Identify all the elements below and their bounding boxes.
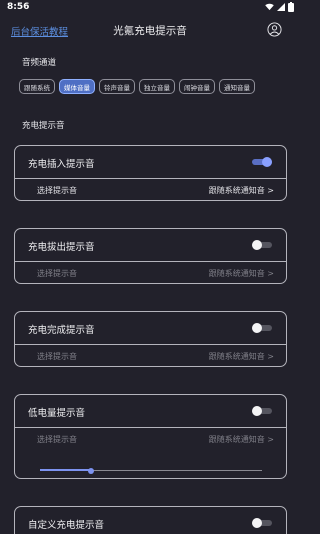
audio-channel-label: 音频通道 [22, 58, 57, 68]
wifi-icon [265, 3, 274, 11]
card-header: 充电插入提示音 [15, 146, 286, 178]
card-header: 自定义充电提示音 [15, 507, 286, 534]
card-title: 低电量提示音 [28, 408, 86, 419]
select-sound-value[interactable]: 跟随系统通知音 > [209, 268, 274, 279]
status-bar: 8:56 [0, 0, 300, 14]
select-sound-label: 选择提示音 [37, 435, 77, 444]
chip-notification-volume[interactable]: 通知音量 [219, 79, 255, 94]
unplug-sound-toggle[interactable] [252, 240, 272, 250]
select-sound-row[interactable]: 选择提示音 跟随系统通知音 > [15, 345, 286, 367]
app-header: 后台保活教程 光氪充电提示音 [0, 18, 300, 42]
card-title: 充电插入提示音 [28, 159, 95, 170]
custom-sound-toggle[interactable] [252, 518, 272, 528]
chip-media-volume[interactable]: 媒体音量 [59, 79, 95, 94]
select-sound-row[interactable]: 选择提示音 跟随系统通知音 > [15, 179, 286, 201]
low-battery-level-slider[interactable] [40, 467, 262, 475]
select-sound-label: 选择提示音 [37, 186, 77, 195]
chip-follow-system[interactable]: 跟随系统 [19, 79, 55, 94]
signal-icon [277, 3, 285, 11]
card-header: 低电量提示音 [15, 395, 286, 427]
card-low-battery: 低电量提示音 选择提示音 跟随系统通知音 > [14, 394, 287, 479]
select-sound-label: 选择提示音 [37, 269, 77, 278]
select-sound-row[interactable]: 选择提示音 跟随系统通知音 > [15, 428, 286, 450]
card-title: 充电拔出提示音 [28, 242, 95, 253]
select-sound-label: 选择提示音 [37, 352, 77, 361]
status-icons [265, 2, 294, 12]
select-sound-value[interactable]: 跟随系统通知音 > [209, 185, 274, 196]
charging-sound-section-label: 充电提示音 [22, 121, 65, 131]
card-charging-plug-in: 充电插入提示音 选择提示音 跟随系统通知音 > [14, 145, 287, 201]
card-charging-complete: 充电完成提示音 选择提示音 跟随系统通知音 > [14, 311, 287, 367]
card-custom-charging: 自定义充电提示音 [14, 506, 287, 534]
select-sound-value[interactable]: 跟随系统通知音 > [209, 351, 274, 362]
chip-independent-volume[interactable]: 独立音量 [139, 79, 175, 94]
audio-channel-options: 跟随系统 媒体音量 铃声音量 独立音量 闹钟音量 通知音量 [19, 79, 255, 94]
battery-icon [288, 2, 294, 12]
card-charging-unplug: 充电拔出提示音 选择提示音 跟随系统通知音 > [14, 228, 287, 284]
complete-sound-toggle[interactable] [252, 323, 272, 333]
plug-in-sound-toggle[interactable] [252, 157, 272, 167]
low-battery-sound-toggle[interactable] [252, 406, 272, 416]
select-sound-value[interactable]: 跟随系统通知音 > [209, 434, 274, 445]
card-title: 充电完成提示音 [28, 325, 95, 336]
card-title: 自定义充电提示音 [28, 520, 105, 531]
slider-fill [40, 469, 92, 471]
slider-knob[interactable] [88, 468, 95, 474]
chip-ringtone-volume[interactable]: 铃声音量 [99, 79, 135, 94]
select-sound-row[interactable]: 选择提示音 跟随系统通知音 > [15, 262, 286, 284]
card-header: 充电拔出提示音 [15, 229, 286, 261]
chip-alarm-volume[interactable]: 闹钟音量 [179, 79, 215, 94]
page-title: 光氪充电提示音 [113, 25, 187, 37]
person-circle-icon[interactable] [267, 22, 282, 37]
card-header: 充电完成提示音 [15, 312, 286, 344]
status-time: 8:56 [7, 2, 30, 12]
